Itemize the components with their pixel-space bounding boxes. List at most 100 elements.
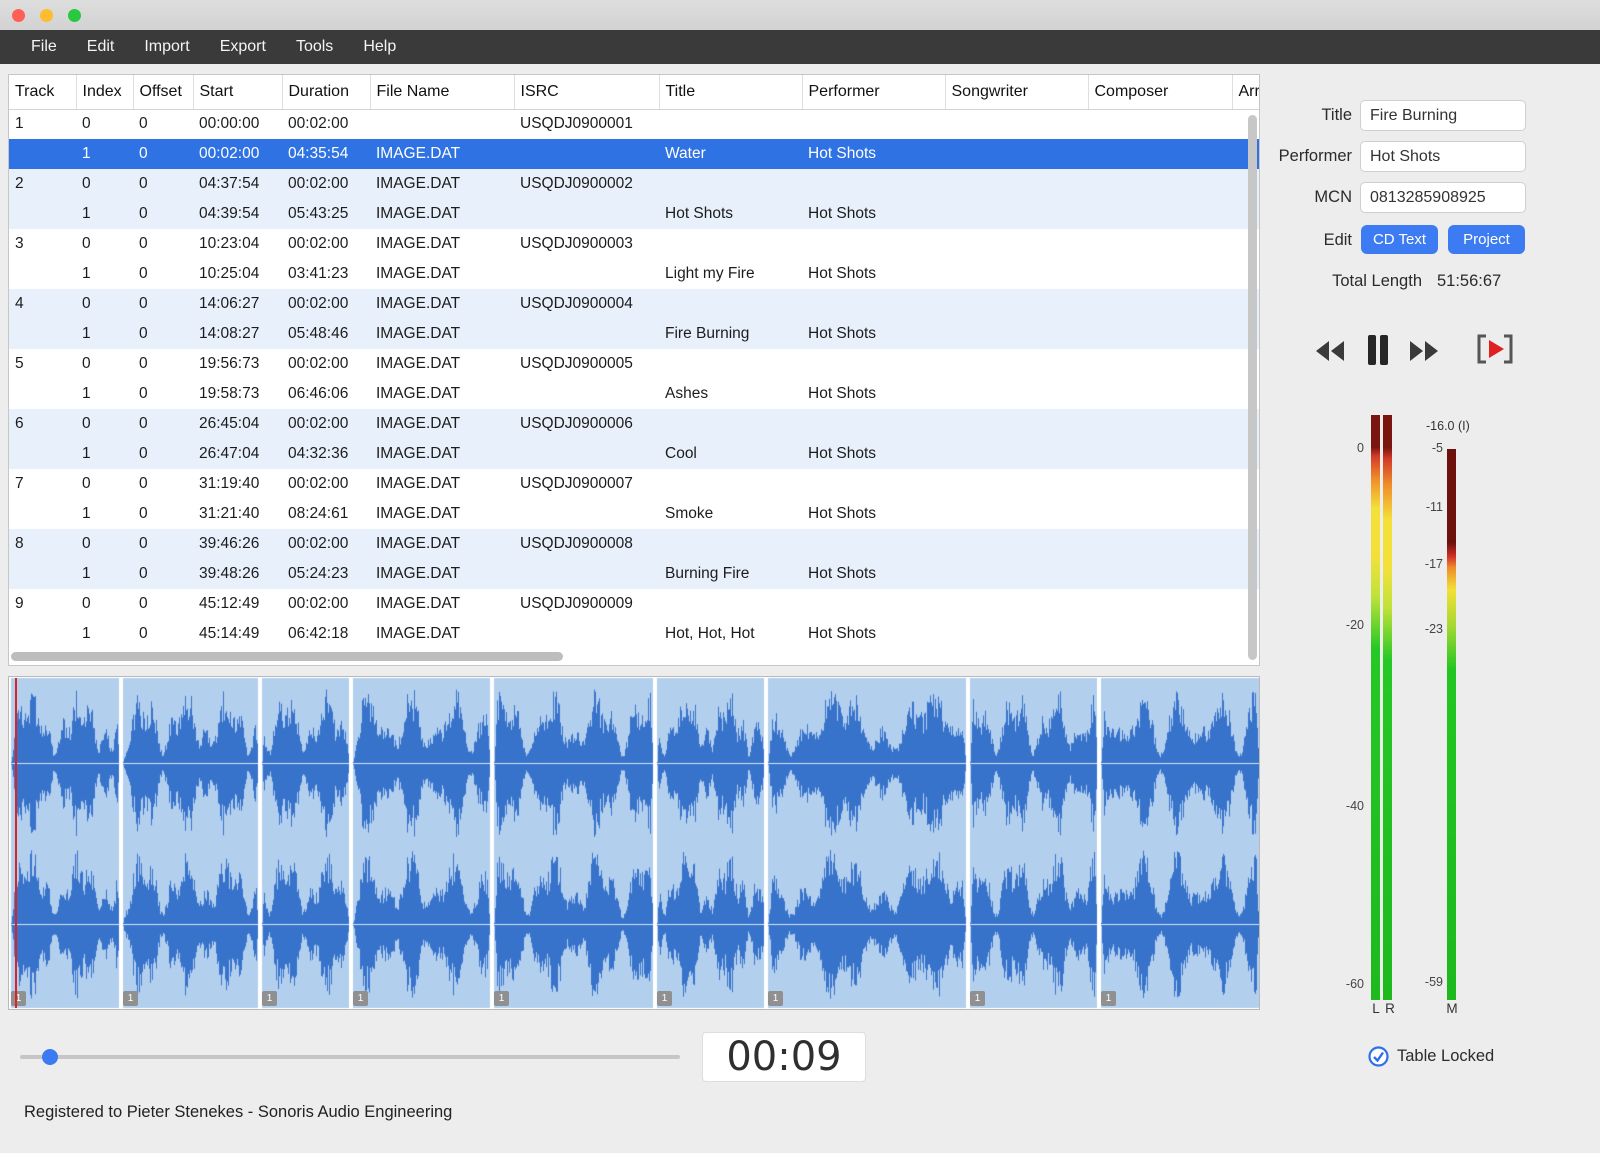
horizontal-scrollbar[interactable] xyxy=(11,652,1251,662)
fast-forward-icon xyxy=(1408,340,1440,362)
play-marker-button[interactable] xyxy=(1476,333,1514,365)
playhead-cursor[interactable] xyxy=(15,678,17,1008)
table-row[interactable]: 30010:23:0400:02:00IMAGE.DATUSQDJ0900003 xyxy=(9,229,1260,259)
total-length-value: 51:56:67 xyxy=(1437,272,1501,291)
rewind-button[interactable] xyxy=(1314,340,1346,362)
zoom-window-button[interactable] xyxy=(68,9,81,22)
play-marker-icon xyxy=(1476,333,1514,365)
table-row[interactable]: 40014:06:2700:02:00IMAGE.DATUSQDJ0900004 xyxy=(9,289,1260,319)
rewind-icon xyxy=(1314,340,1346,362)
table-header-row: TrackIndexOffsetStartDurationFile NameIS… xyxy=(9,75,1260,109)
performer-input[interactable] xyxy=(1360,141,1526,172)
column-header-performer[interactable]: Performer xyxy=(802,75,945,109)
level-meter-right xyxy=(1383,415,1392,1000)
column-header-track[interactable]: Track xyxy=(9,75,76,109)
track-index-marker[interactable]: 1 xyxy=(353,991,368,1006)
column-header-songwriter[interactable]: Songwriter xyxy=(945,75,1088,109)
table-row[interactable]: 50019:56:7300:02:00IMAGE.DATUSQDJ0900005 xyxy=(9,349,1260,379)
performer-field-label: Performer xyxy=(1262,147,1352,166)
table-row[interactable]: 1039:48:2605:24:23IMAGE.DATBurning FireH… xyxy=(9,559,1260,589)
column-header-file-name[interactable]: File Name xyxy=(370,75,514,109)
close-window-button[interactable] xyxy=(12,9,25,22)
column-header-index[interactable]: Index xyxy=(76,75,133,109)
table-row[interactable]: 1014:08:2705:48:46IMAGE.DATFire BurningH… xyxy=(9,319,1260,349)
meter-caption-right: R xyxy=(1385,1001,1395,1016)
waveform-canvas[interactable] xyxy=(9,677,1259,1009)
track-index-marker[interactable]: 1 xyxy=(262,991,277,1006)
total-length-label: Total Length xyxy=(1280,272,1422,291)
column-header-start[interactable]: Start xyxy=(193,75,282,109)
loudness-scale-tick: -17 xyxy=(1403,557,1443,571)
table-row[interactable]: 10000:00:0000:02:00USQDJ0900001 xyxy=(9,109,1260,139)
mcn-field-label: MCN xyxy=(1270,188,1352,207)
column-header-duration[interactable]: Duration xyxy=(282,75,370,109)
fast-forward-button[interactable] xyxy=(1408,340,1440,362)
cd-text-button[interactable]: CD Text xyxy=(1361,225,1438,254)
loudness-scale-tick: -59 xyxy=(1403,975,1443,989)
table-row[interactable]: 1045:14:4906:42:18IMAGE.DATHot, Hot, Hot… xyxy=(9,619,1260,649)
lr-scale-tick: -60 xyxy=(1320,977,1364,991)
menu-edit[interactable]: Edit xyxy=(72,30,130,64)
waveform-display[interactable]: 1 1 1 1 1 1 1 1 1 xyxy=(8,676,1260,1010)
track-index-marker[interactable]: 1 xyxy=(657,991,672,1006)
menu-help[interactable]: Help xyxy=(348,30,411,64)
lr-scale-tick: -40 xyxy=(1320,799,1364,813)
loudness-readout: -16.0 (I) xyxy=(1426,419,1470,433)
menu-import[interactable]: Import xyxy=(129,30,204,64)
lr-scale-tick: -20 xyxy=(1320,618,1364,632)
vertical-scrollbar[interactable] xyxy=(1246,115,1258,660)
meter-caption-left: L xyxy=(1372,1001,1380,1016)
column-header-title[interactable]: Title xyxy=(659,75,802,109)
menu-bar: FileEditImportExportToolsHelp xyxy=(0,30,1600,64)
track-index-marker[interactable]: 1 xyxy=(123,991,138,1006)
vertical-scrollbar-thumb[interactable] xyxy=(1248,115,1257,660)
table-row[interactable]: 60026:45:0400:02:00IMAGE.DATUSQDJ0900006 xyxy=(9,409,1260,439)
column-header-composer[interactable]: Composer xyxy=(1088,75,1232,109)
table-locked-label: Table Locked xyxy=(1397,1047,1494,1066)
track-index-marker[interactable]: 1 xyxy=(970,991,985,1006)
track-index-marker[interactable]: 1 xyxy=(768,991,783,1006)
loudness-meter xyxy=(1447,449,1456,1000)
edit-field-label: Edit xyxy=(1270,231,1352,250)
table-row[interactable]: 1019:58:7306:46:06IMAGE.DATAshesHot Shot… xyxy=(9,379,1260,409)
table-locked-checkbox[interactable] xyxy=(1368,1046,1389,1067)
table-row[interactable]: 90045:12:4900:02:00IMAGE.DATUSQDJ0900009 xyxy=(9,589,1260,619)
mcn-input[interactable] xyxy=(1360,182,1526,213)
table-row[interactable]: 1026:47:0404:32:36IMAGE.DATCoolHot Shots xyxy=(9,439,1260,469)
track-index-marker[interactable]: 1 xyxy=(11,991,26,1006)
loudness-scale-tick: -11 xyxy=(1403,500,1443,514)
title-input[interactable] xyxy=(1360,100,1526,131)
menu-export[interactable]: Export xyxy=(205,30,281,64)
loudness-scale-tick: -5 xyxy=(1403,441,1443,455)
table-row[interactable]: 20004:37:5400:02:00IMAGE.DATUSQDJ0900002 xyxy=(9,169,1260,199)
table-row[interactable]: 1004:39:5405:43:25IMAGE.DATHot ShotsHot … xyxy=(9,199,1260,229)
track-index-marker[interactable]: 1 xyxy=(1101,991,1116,1006)
time-display: 00:09 xyxy=(702,1032,866,1082)
position-slider-track[interactable] xyxy=(20,1055,680,1059)
pause-button[interactable] xyxy=(1366,334,1390,366)
column-header-isrc[interactable]: ISRC xyxy=(514,75,659,109)
table-row[interactable]: 1000:02:0004:35:54IMAGE.DATWaterHot Shot… xyxy=(9,139,1260,169)
horizontal-scrollbar-thumb[interactable] xyxy=(11,652,563,661)
title-field-label: Title xyxy=(1270,106,1352,125)
menu-tools[interactable]: Tools xyxy=(281,30,348,64)
minimize-window-button[interactable] xyxy=(40,9,53,22)
track-table-grid: TrackIndexOffsetStartDurationFile NameIS… xyxy=(9,75,1260,649)
project-button[interactable]: Project xyxy=(1448,225,1525,254)
track-index-marker[interactable]: 1 xyxy=(494,991,509,1006)
table-row[interactable]: 1010:25:0403:41:23IMAGE.DATLight my Fire… xyxy=(9,259,1260,289)
table-row[interactable]: 1031:21:4008:24:61IMAGE.DATSmokeHot Shot… xyxy=(9,499,1260,529)
menu-file[interactable]: File xyxy=(16,30,72,64)
loudness-scale-tick: -23 xyxy=(1403,622,1443,636)
position-slider-thumb[interactable] xyxy=(42,1049,58,1065)
meter-caption-mono: M xyxy=(1446,1001,1457,1016)
pause-icon xyxy=(1366,334,1390,366)
level-meter-left xyxy=(1371,415,1380,1000)
registration-status-text: Registered to Pieter Stenekes - Sonoris … xyxy=(24,1103,452,1122)
lr-scale-tick: 0 xyxy=(1320,441,1364,455)
column-header-offset[interactable]: Offset xyxy=(133,75,193,109)
track-table: TrackIndexOffsetStartDurationFile NameIS… xyxy=(8,74,1260,666)
table-row[interactable]: 80039:46:2600:02:00IMAGE.DATUSQDJ0900008 xyxy=(9,529,1260,559)
table-row[interactable]: 70031:19:4000:02:00IMAGE.DATUSQDJ0900007 xyxy=(9,469,1260,499)
column-header-arr[interactable]: Arr xyxy=(1232,75,1260,109)
